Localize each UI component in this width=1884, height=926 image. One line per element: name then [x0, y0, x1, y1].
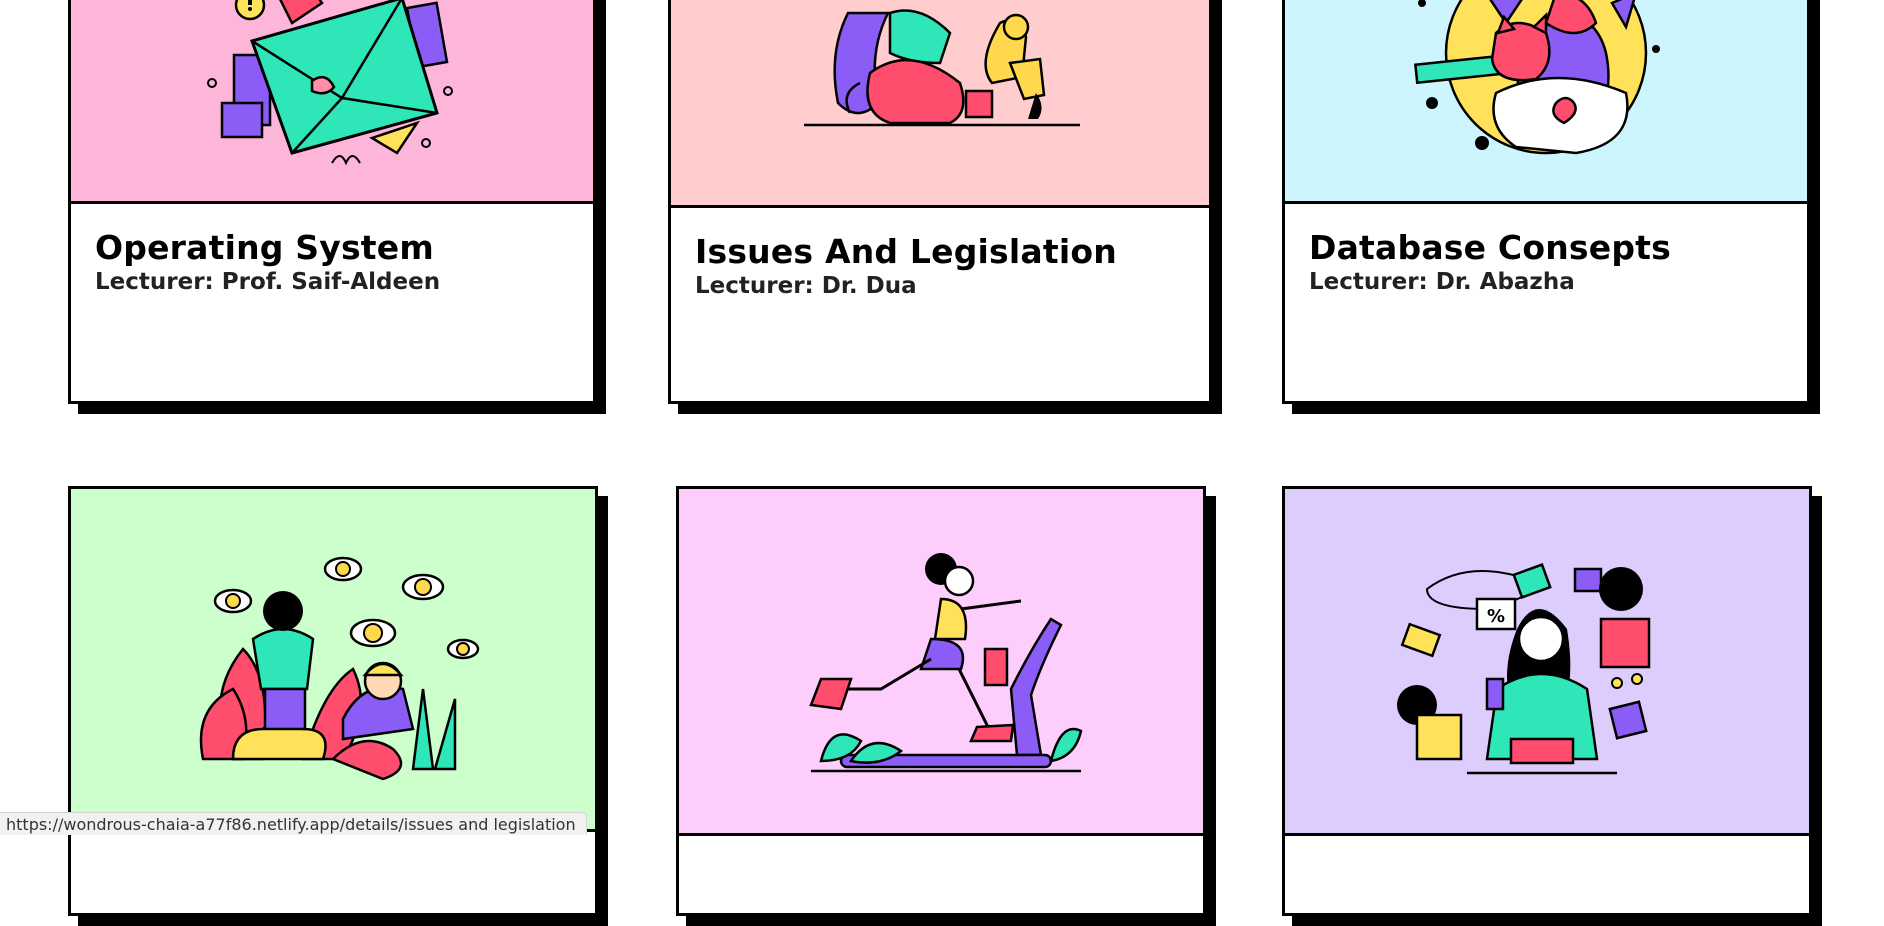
course-title: Issues And Legislation [695, 232, 1117, 271]
card-illustration [1285, 0, 1807, 204]
svg-text:%: % [1487, 606, 1505, 627]
card-frame: % [1282, 486, 1812, 916]
card-illustration [71, 0, 593, 204]
status-url: https://wondrous-chaia-a77f86.netlify.ap… [6, 815, 576, 834]
card-illustration [671, 0, 1209, 208]
course-lecturer: Lecturer: Dr. Dua [695, 273, 917, 299]
eyes-in-jungle-illustration-icon [199, 556, 480, 781]
envelope-illustration-icon [207, 0, 453, 166]
course-title: Operating System [95, 228, 434, 267]
link-status-bar: https://wondrous-chaia-a77f86.netlify.ap… [0, 812, 587, 835]
course-lecturer: Lecturer: Dr. Abazha [1309, 269, 1575, 295]
course-card[interactable]: Issues And Legislation Lecturer: Dr. Dua [668, 0, 1222, 414]
course-card[interactable]: % [1282, 486, 1822, 926]
card-illustration [679, 489, 1203, 836]
course-card[interactable]: Operating System Lecturer: Prof. Saif-Al… [68, 0, 606, 414]
course-title: Database Consepts [1309, 228, 1671, 267]
card-illustration: % [1285, 489, 1809, 836]
card-frame [676, 486, 1206, 916]
course-lecturer: Lecturer: Prof. Saif-Aldeen [95, 269, 441, 295]
card-illustration [71, 489, 595, 832]
woman-holding-cat-illustration-icon [1413, 0, 1660, 155]
treadmill-runner-illustration-icon [809, 553, 1083, 773]
card-frame [68, 486, 598, 916]
course-card[interactable] [676, 486, 1216, 926]
online-shopping-illustration-icon: % [1397, 562, 1651, 775]
course-card[interactable]: Database Consepts Lecturer: Dr. Abazha [1282, 0, 1820, 414]
woman-with-dog-illustration-icon [804, 9, 1080, 127]
card-frame: Database Consepts Lecturer: Dr. Abazha [1282, 0, 1810, 404]
card-frame: Operating System Lecturer: Prof. Saif-Al… [68, 0, 596, 404]
card-frame: Issues And Legislation Lecturer: Dr. Dua [668, 0, 1212, 404]
course-card[interactable] [68, 486, 608, 926]
